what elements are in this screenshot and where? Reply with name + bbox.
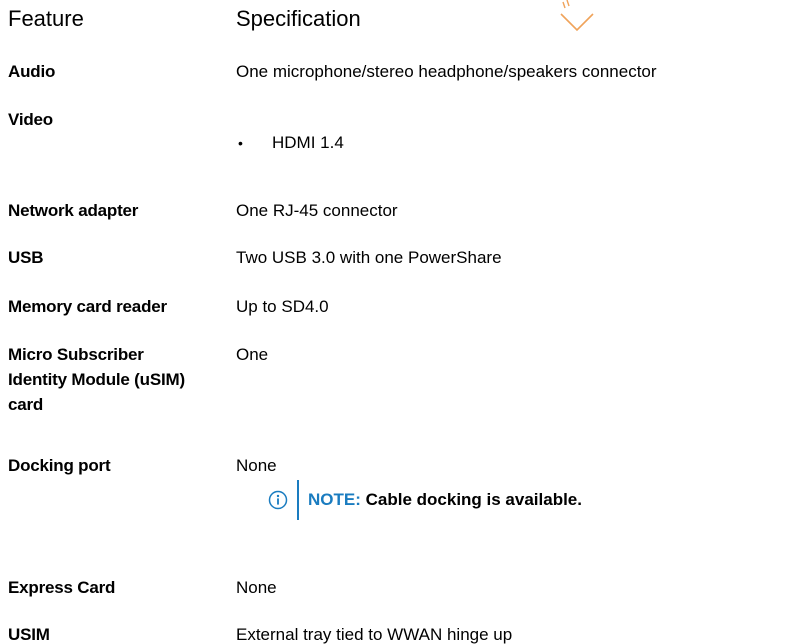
value-usb: Two USB 3.0 with one PowerShare: [236, 248, 502, 267]
feature-usim: USIM: [8, 625, 50, 644]
watermark-icon: [560, 0, 594, 32]
value-network-adapter: One RJ-45 connector: [236, 201, 398, 220]
value-docking-port: None: [236, 456, 277, 475]
note-text: NOTE: Cable docking is available.: [308, 490, 582, 510]
info-icon: [268, 490, 288, 510]
feature-audio: Audio: [8, 62, 56, 81]
note-divider: [297, 480, 299, 520]
column-header-specification: Specification: [236, 6, 361, 31]
bullet-text: HDMI 1.4: [272, 133, 344, 152]
value-memory-card-reader: Up to SD4.0: [236, 297, 329, 316]
value-usim: External tray tied to WWAN hinge up: [236, 625, 513, 644]
note-callout: NOTE: Cable docking is available.: [268, 478, 582, 522]
bullet-item: • HDMI 1.4: [238, 130, 344, 156]
feature-docking-port: Docking port: [8, 456, 111, 475]
feature-express-card: Express Card: [8, 578, 116, 597]
note-body: Cable docking is available.: [365, 490, 582, 509]
value-audio: One microphone/stereo headphone/speakers…: [236, 62, 657, 81]
feature-video: Video: [8, 110, 53, 129]
feature-usb: USB: [8, 248, 44, 267]
note-label: NOTE:: [308, 490, 361, 509]
feature-network-adapter: Network adapter: [8, 201, 139, 220]
value-usim-card: One: [236, 345, 269, 364]
feature-memory-card-reader: Memory card reader: [8, 297, 167, 316]
value-express-card: None: [236, 578, 277, 597]
bullet-dot-icon: •: [238, 135, 243, 151]
feature-usim-card: Micro Subscriber Identity Module (uSIM) …: [8, 345, 185, 414]
column-header-feature: Feature: [8, 6, 84, 31]
